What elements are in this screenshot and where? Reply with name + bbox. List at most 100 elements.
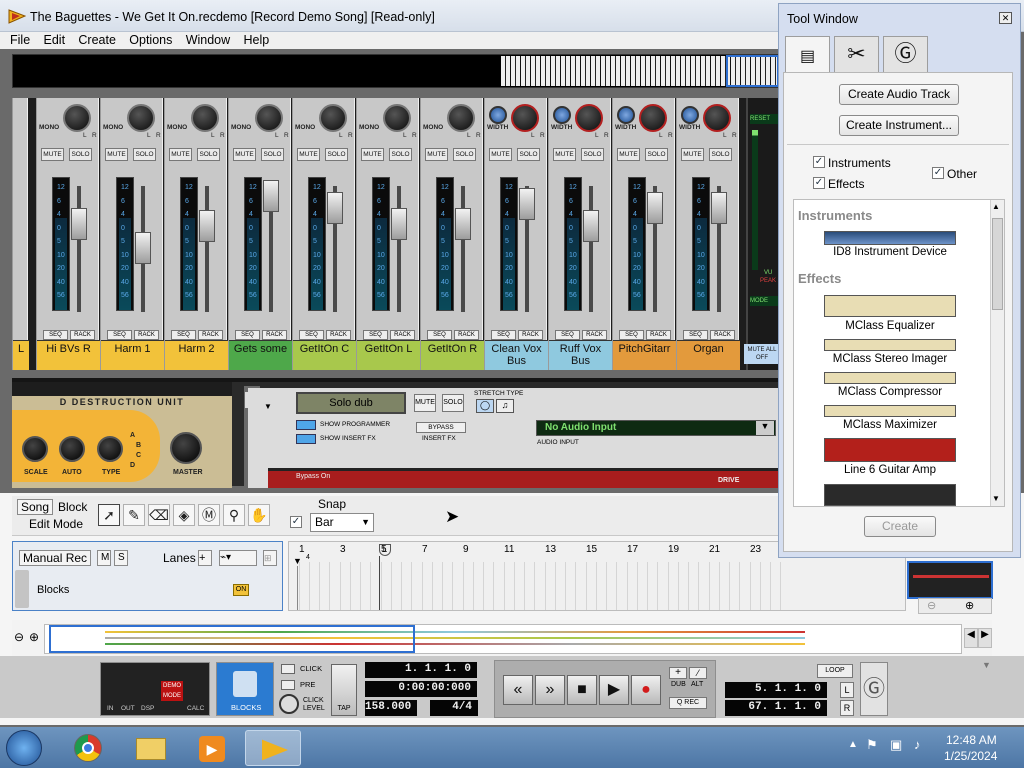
mode-label[interactable]: MODE bbox=[750, 296, 780, 306]
playhead-icon[interactable]: ▼ bbox=[293, 556, 303, 568]
other-checkbox[interactable]: ✓ bbox=[932, 167, 944, 179]
device-solo-button[interactable]: SOLO bbox=[442, 394, 464, 412]
bypass-button[interactable]: BYPASS bbox=[416, 422, 466, 433]
seq-button[interactable]: SEQ bbox=[299, 330, 324, 340]
pan-knob[interactable] bbox=[127, 104, 155, 132]
menu-edit[interactable]: Edit bbox=[44, 33, 66, 47]
track-name[interactable]: Blocks bbox=[37, 584, 69, 596]
volume-icon[interactable]: ♪ bbox=[914, 737, 921, 752]
fader-handle[interactable] bbox=[327, 192, 343, 224]
create-instrument-button[interactable]: Create Instrument... bbox=[839, 115, 959, 136]
rack-button[interactable]: RACK bbox=[582, 330, 607, 340]
seq-button[interactable]: SEQ bbox=[619, 330, 644, 340]
mute-all-off-button[interactable]: MUTE ALL OFF bbox=[744, 344, 780, 364]
fast-forward-icon[interactable]: » bbox=[535, 675, 565, 705]
zoom-out-magnifier-icon[interactable]: ⊖ bbox=[14, 630, 24, 644]
id8-device-name[interactable]: ID8 Instrument Device bbox=[794, 246, 986, 258]
pan-knob[interactable] bbox=[255, 104, 283, 132]
hand-tool-icon[interactable]: ✋ bbox=[248, 504, 270, 526]
media-player-taskbar-icon[interactable]: ▶ bbox=[183, 730, 239, 766]
flag-icon[interactable]: ⚑ bbox=[866, 737, 878, 753]
signature-display[interactable]: 4/4 bbox=[430, 700, 478, 716]
mute-tool-icon[interactable]: Ⓜ bbox=[198, 504, 220, 526]
song-position-display[interactable]: 1. 1. 1. 0 bbox=[365, 662, 477, 678]
seq-button[interactable]: SEQ bbox=[107, 330, 132, 340]
fader-handle[interactable] bbox=[135, 232, 151, 264]
clock-date[interactable]: 1/25/2024 bbox=[944, 749, 997, 763]
mclass-maximizer-name[interactable]: MClass Maximizer bbox=[794, 419, 986, 431]
channel-solo-button[interactable]: SOLO bbox=[453, 148, 476, 161]
type-knob[interactable] bbox=[97, 436, 123, 462]
rack-button[interactable]: RACK bbox=[134, 330, 159, 340]
channel-name[interactable]: Harm 1 bbox=[101, 340, 164, 370]
mclass-maximizer-image[interactable] bbox=[824, 405, 956, 417]
tempo-display[interactable]: 158.000 bbox=[365, 700, 417, 716]
loop-button[interactable]: LOOP bbox=[817, 664, 853, 678]
overview-viewport-frame[interactable] bbox=[726, 55, 779, 87]
track-mute-button[interactable]: M bbox=[97, 550, 111, 566]
fader-handle[interactable] bbox=[263, 180, 279, 212]
menu-file[interactable]: File bbox=[10, 33, 30, 47]
left-locator-button[interactable]: L bbox=[840, 682, 854, 698]
fader-handle[interactable] bbox=[199, 210, 215, 242]
razor-tool-icon[interactable]: ◈ bbox=[173, 504, 195, 526]
channel-mute-button[interactable]: MUTE bbox=[41, 148, 64, 161]
device-mute-button[interactable]: MUTE bbox=[414, 394, 436, 412]
reason-logo-button[interactable]: Ⓖ bbox=[860, 662, 888, 716]
menu-create[interactable]: Create bbox=[78, 33, 116, 47]
seq-button[interactable]: SEQ bbox=[427, 330, 452, 340]
channel-solo-button[interactable]: SOLO bbox=[69, 148, 92, 161]
snap-enable-checkbox[interactable]: ✓ bbox=[290, 516, 302, 528]
channel-mute-button[interactable]: MUTE bbox=[105, 148, 128, 161]
line6-guitar-amp-image[interactable] bbox=[824, 438, 956, 462]
menu-help[interactable]: Help bbox=[244, 33, 270, 47]
reset-label[interactable]: RESET bbox=[750, 114, 780, 124]
pan-knob[interactable] bbox=[575, 104, 603, 132]
eraser-tool-icon[interactable]: ⌫ bbox=[148, 504, 170, 526]
stop-icon[interactable]: ■ bbox=[567, 675, 597, 705]
start-button-icon[interactable] bbox=[6, 730, 42, 766]
slash-icon[interactable]: ⁄ bbox=[689, 667, 707, 679]
pan-knob[interactable] bbox=[63, 104, 91, 132]
pan-knob[interactable] bbox=[383, 104, 411, 132]
channel-solo-button[interactable]: SOLO bbox=[581, 148, 604, 161]
record-icon[interactable]: ● bbox=[631, 675, 661, 705]
pan-knob[interactable] bbox=[511, 104, 539, 132]
rack-button[interactable]: RACK bbox=[262, 330, 287, 340]
pan-knob[interactable] bbox=[703, 104, 731, 132]
blocks-toggle[interactable]: BLOCKS bbox=[216, 662, 274, 716]
mclass-equalizer-image[interactable] bbox=[824, 295, 956, 317]
width-knob[interactable] bbox=[681, 106, 699, 124]
close-icon[interactable]: ✕ bbox=[999, 12, 1012, 24]
seq-button[interactable]: SEQ bbox=[171, 330, 196, 340]
channel-name[interactable]: Hi BVs R bbox=[37, 340, 100, 370]
fader-handle[interactable] bbox=[647, 192, 663, 224]
effects-checkbox[interactable]: ✓ bbox=[813, 177, 825, 189]
fader-handle[interactable] bbox=[711, 192, 727, 224]
seq-button[interactable]: SEQ bbox=[683, 330, 708, 340]
channel-solo-button[interactable]: SOLO bbox=[709, 148, 732, 161]
scroll-right-icon[interactable]: ▶ bbox=[978, 628, 992, 648]
zoom-out-icon[interactable]: ⊖ bbox=[927, 599, 936, 612]
song-mode-button[interactable]: Song bbox=[17, 499, 54, 515]
seq-button[interactable]: SEQ bbox=[235, 330, 260, 340]
scroll-up-icon[interactable]: ▲ bbox=[992, 202, 1000, 211]
channel-mute-button[interactable]: MUTE bbox=[297, 148, 320, 161]
rack-button[interactable]: RACK bbox=[518, 330, 543, 340]
song-overview-navigator[interactable] bbox=[12, 54, 779, 88]
line6-guitar-amp-name[interactable]: Line 6 Guitar Amp bbox=[794, 464, 986, 476]
channel-name[interactable]: PitchGitarr bbox=[613, 340, 676, 370]
stretch-mode-2-button[interactable]: ♫ bbox=[496, 399, 514, 413]
width-knob[interactable] bbox=[489, 106, 507, 124]
channel-solo-button[interactable]: SOLO bbox=[261, 148, 284, 161]
channel-solo-button[interactable]: SOLO bbox=[645, 148, 668, 161]
network-icon[interactable]: ▣ bbox=[890, 737, 902, 753]
pan-knob[interactable] bbox=[639, 104, 667, 132]
click-toggle[interactable] bbox=[281, 664, 295, 674]
song-overview-scrollbar[interactable] bbox=[44, 624, 962, 654]
tab-devices[interactable]: ▤ bbox=[785, 36, 830, 72]
channel-name[interactable]: Ruff Vox Bus bbox=[549, 340, 612, 370]
device-list-scrollbar[interactable]: ▲ ▼ bbox=[990, 200, 1004, 506]
show-programmer-toggle[interactable] bbox=[296, 420, 316, 430]
rack-button[interactable]: RACK bbox=[454, 330, 479, 340]
